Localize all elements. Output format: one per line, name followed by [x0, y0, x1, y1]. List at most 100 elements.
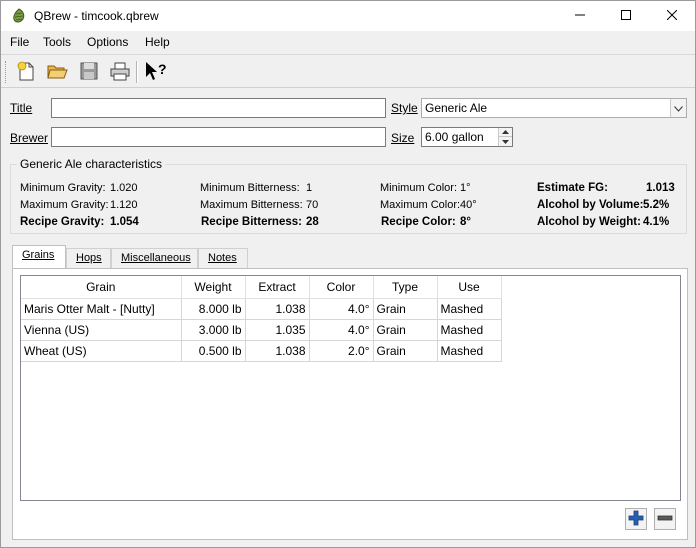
characteristics-title: Generic Ale characteristics [17, 157, 166, 171]
menu-tools[interactable]: Tools [43, 35, 71, 49]
weight-cell[interactable]: 8.000 lb [181, 298, 246, 320]
app-window: QBrew - timcook.qbrew File Tools Options… [0, 0, 696, 548]
column-header-extract[interactable]: Extract [245, 276, 310, 299]
print-button[interactable] [107, 59, 133, 85]
svg-text:?: ? [158, 61, 167, 77]
brewer-input[interactable] [51, 127, 386, 147]
extract-cell[interactable]: 1.038 [245, 298, 310, 320]
max-gravity-value: 1.120 [110, 199, 138, 211]
type-cell[interactable]: Grain [373, 298, 438, 320]
grains-table: Grain Weight Extract Color Type Use Mari… [21, 276, 502, 362]
recipe-bitterness-value: 28 [306, 216, 319, 228]
table-header-row: Grain Weight Extract Color Type Use [21, 276, 502, 299]
minimize-icon [575, 9, 585, 23]
menu-file[interactable]: File [10, 35, 29, 49]
title-input[interactable] [51, 98, 386, 118]
estimate-fg-value: 1.013 [646, 182, 675, 194]
type-cell[interactable]: Grain [373, 340, 438, 362]
whats-this-button[interactable]: ? [142, 59, 168, 85]
tab-hops[interactable]: Hops [66, 248, 111, 269]
grain-name-cell[interactable]: Vienna (US) [21, 319, 182, 341]
close-button[interactable] [649, 1, 695, 31]
recipe-color-label: Recipe Color: [381, 216, 456, 228]
maximize-icon [621, 9, 631, 23]
plus-icon [628, 510, 644, 529]
table-row[interactable]: Wheat (US) 0.500 lb 1.038 2.0° Grain Mas… [21, 340, 502, 362]
color-cell[interactable]: 4.0° [309, 319, 374, 341]
menu-bar: File Tools Options Help [1, 31, 695, 53]
grains-table-view[interactable]: Grain Weight Extract Color Type Use Mari… [20, 275, 681, 501]
toolbar: ? [1, 54, 695, 88]
weight-cell[interactable]: 0.500 lb [181, 340, 246, 362]
open-folder-icon [46, 60, 68, 85]
grain-name-cell[interactable]: Maris Otter Malt - [Nutty] [21, 298, 182, 320]
save-button[interactable] [76, 59, 102, 85]
title-bar[interactable]: QBrew - timcook.qbrew [1, 1, 695, 31]
whats-this-help-icon: ? [143, 60, 167, 85]
use-cell[interactable]: Mashed [437, 340, 502, 362]
minimize-button[interactable] [557, 1, 603, 31]
style-dropdown-button[interactable] [670, 99, 686, 117]
new-button[interactable] [13, 59, 39, 85]
table-row[interactable]: Vienna (US) 3.000 lb 1.035 4.0° Grain Ma… [21, 319, 502, 341]
tab-notes[interactable]: Notes [198, 248, 248, 269]
menu-options[interactable]: Options [87, 35, 128, 49]
weight-cell[interactable]: 3.000 lb [181, 319, 246, 341]
recipe-bitterness-label: Recipe Bitterness: [201, 216, 302, 228]
hop-cone-icon [11, 8, 27, 24]
close-icon [666, 9, 678, 23]
column-header-weight[interactable]: Weight [181, 276, 246, 299]
window-title: QBrew - timcook.qbrew [34, 9, 159, 23]
save-disk-icon [78, 60, 100, 85]
column-header-grain[interactable]: Grain [21, 276, 182, 299]
recipe-color-value: 8° [460, 216, 471, 228]
use-cell[interactable]: Mashed [437, 319, 502, 341]
abv-label: Alcohol by Volume: [537, 199, 644, 211]
abw-value: 4.1% [643, 216, 670, 228]
menu-help[interactable]: Help [145, 35, 170, 49]
max-bitterness-value: 70 [306, 199, 319, 211]
estimate-fg-label: Estimate FG: [537, 182, 608, 194]
extract-cell[interactable]: 1.038 [245, 340, 310, 362]
open-button[interactable] [44, 59, 70, 85]
size-spin-buttons[interactable] [498, 128, 512, 146]
remove-ingredient-button[interactable] [654, 508, 676, 530]
min-bitterness-label: Minimum Bitterness: [200, 182, 300, 194]
min-color-value: 1° [460, 182, 471, 194]
spin-up-icon[interactable] [499, 128, 512, 137]
column-header-color[interactable]: Color [309, 276, 374, 299]
color-cell[interactable]: 4.0° [309, 298, 374, 320]
color-cell[interactable]: 2.0° [309, 340, 374, 362]
style-combo[interactable]: Generic Ale [421, 98, 687, 118]
spin-down-icon[interactable] [499, 137, 512, 146]
min-color-label: Minimum Color: [380, 182, 458, 194]
type-cell[interactable]: Grain [373, 319, 438, 341]
max-color-value: 40° [460, 199, 477, 211]
toolbar-separator [136, 61, 138, 83]
brewer-label: Brewer [10, 131, 49, 145]
column-header-type[interactable]: Type [373, 276, 438, 299]
max-color-label: Maximum Color: [380, 199, 461, 211]
size-spinbox[interactable]: 6.00 gallon [421, 127, 513, 147]
size-value: 6.00 gallon [425, 130, 484, 144]
title-label: Title [10, 101, 33, 115]
grains-tab-panel: Grain Weight Extract Color Type Use Mari… [12, 268, 688, 540]
add-ingredient-button[interactable] [625, 508, 647, 530]
new-file-icon [15, 60, 37, 85]
use-cell[interactable]: Mashed [437, 298, 502, 320]
recipe-gravity-value: 1.054 [110, 216, 139, 228]
column-header-use[interactable]: Use [437, 276, 502, 299]
min-gravity-value: 1.020 [110, 182, 138, 194]
min-bitterness-value: 1 [306, 182, 313, 194]
toolbar-grip[interactable] [5, 61, 8, 83]
style-label: Style [391, 101, 418, 115]
tab-grains[interactable]: Grains [12, 245, 66, 270]
extract-cell[interactable]: 1.035 [245, 319, 310, 341]
size-label: Size [391, 131, 415, 145]
tab-miscellaneous[interactable]: Miscellaneous [111, 248, 198, 269]
max-bitterness-label: Maximum Bitterness: [200, 199, 303, 211]
table-row[interactable]: Maris Otter Malt - [Nutty] 8.000 lb 1.03… [21, 298, 502, 320]
maximize-button[interactable] [603, 1, 649, 31]
max-gravity-label: Maximum Gravity: [20, 199, 109, 211]
grain-name-cell[interactable]: Wheat (US) [21, 340, 182, 362]
